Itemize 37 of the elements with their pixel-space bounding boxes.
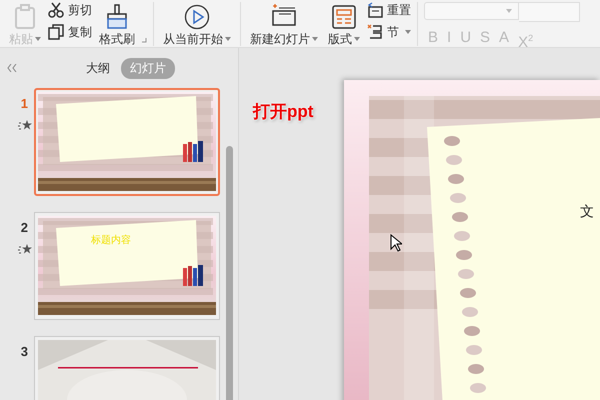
- animation-star-icon: [18, 244, 32, 255]
- section-button[interactable]: 节: [367, 23, 411, 41]
- caret-icon: [506, 9, 512, 13]
- slide-number: 3: [20, 344, 28, 359]
- new-slide-button[interactable]: 新建幻灯片: [247, 0, 321, 44]
- font-name-field[interactable]: [424, 2, 519, 20]
- animation-star-icon: [18, 120, 32, 131]
- play-icon: [184, 4, 210, 30]
- font-size-field[interactable]: [519, 2, 580, 22]
- format-painter-button[interactable]: 格式刷: [96, 0, 138, 44]
- dialog-launcher-icon: [142, 38, 147, 43]
- play-from-current-button[interactable]: 从当前开始: [160, 0, 234, 44]
- annotation-label: 打开ppt: [253, 101, 314, 123]
- slide-number: 2: [20, 220, 28, 235]
- slide-text: 文: [580, 203, 594, 221]
- caret-icon: [35, 37, 41, 41]
- scrollbar[interactable]: [226, 146, 233, 400]
- cursor-icon: [390, 234, 402, 252]
- layout-icon: [331, 4, 357, 30]
- caret-icon: [405, 30, 411, 34]
- slide-number: 1: [20, 96, 28, 111]
- layout-button[interactable]: 版式: [325, 0, 363, 44]
- copy-button[interactable]: 复制: [48, 23, 92, 41]
- reset-button[interactable]: 重置: [367, 1, 411, 19]
- caret-icon: [312, 37, 318, 41]
- pane-tab[interactable]: 大纲: [77, 58, 119, 78]
- reset-icon: [367, 2, 383, 18]
- caret-icon: [354, 37, 360, 41]
- clipboard-icon: [13, 4, 37, 30]
- scissors-icon: [48, 2, 64, 18]
- section-icon: [367, 24, 383, 40]
- copy-icon: [48, 24, 64, 40]
- collapse-icon: [7, 64, 17, 72]
- slide-title: 标题内容: [91, 234, 131, 247]
- cut-button[interactable]: 剪切: [48, 1, 92, 19]
- paintbrush-icon: [105, 4, 129, 30]
- caret-icon: [225, 37, 231, 41]
